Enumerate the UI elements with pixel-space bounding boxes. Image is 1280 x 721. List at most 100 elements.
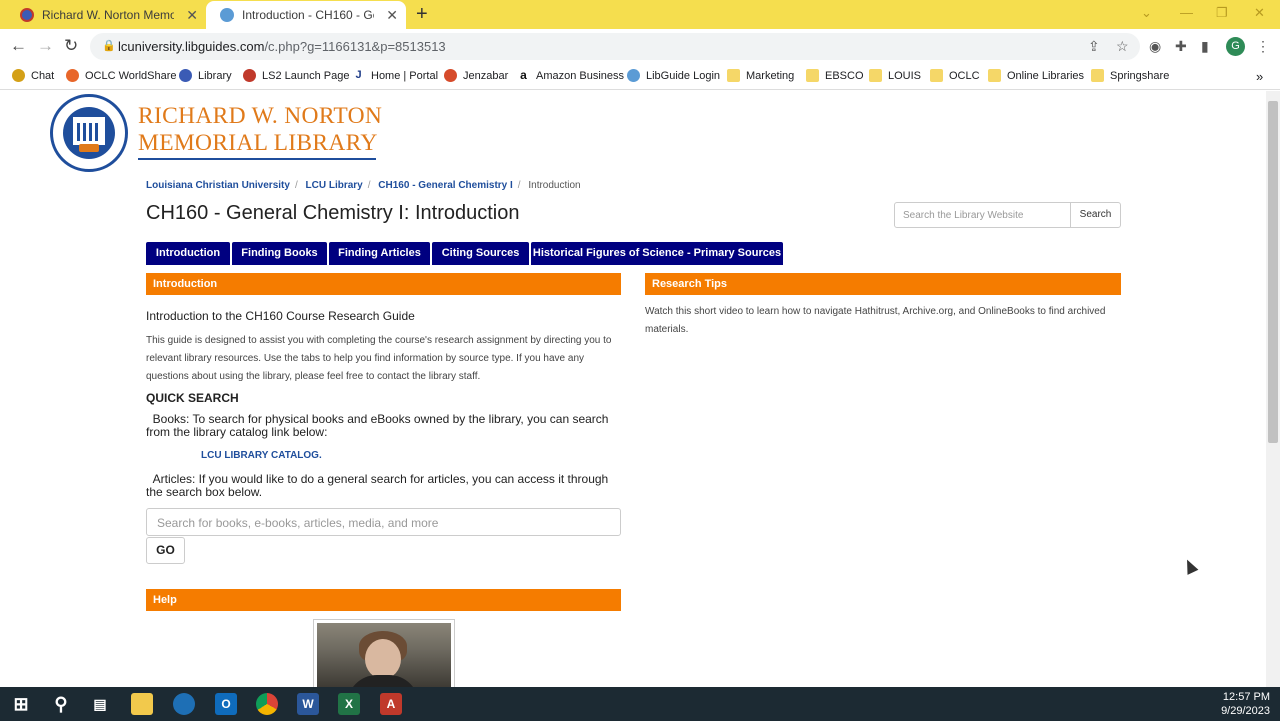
bookmark-ls2[interactable]: LS2 Launch Page [243, 69, 349, 82]
windows-start-icon[interactable]: ⊞ [10, 693, 32, 715]
breadcrumb-link-university[interactable]: Louisiana Christian University [146, 180, 290, 191]
library-catalog-link[interactable]: LCU LIBRARY CATALOG. [201, 450, 322, 461]
j-icon: J [352, 69, 365, 82]
breadcrumb-current: Introduction [528, 180, 581, 191]
lock-icon: 🔒 [102, 40, 116, 52]
bookmark-libguide-login[interactable]: LibGuide Login [627, 69, 720, 82]
address-bar[interactable]: 🔒 lcuniversity.libguides.com/c.php?g=116… [90, 33, 1140, 60]
outlook-icon[interactable]: O [215, 693, 237, 715]
new-tab-icon[interactable]: + [416, 3, 428, 26]
ls2-icon [243, 69, 256, 82]
word-icon[interactable]: W [297, 693, 319, 715]
breadcrumb-link-ch160[interactable]: CH160 - General Chemistry I [378, 180, 513, 191]
back-icon[interactable]: ← [10, 36, 27, 56]
bookmark-folder-ebsco[interactable]: EBSCO [806, 69, 864, 82]
windows-taskbar: ⊞ ⚲ ▤ O W X A 12:57 PM 9/29/2023 [0, 687, 1280, 721]
bookmark-jenzabar[interactable]: Jenzabar [444, 69, 508, 82]
bookmark-folder-online-libraries[interactable]: Online Libraries [988, 69, 1084, 82]
tab-historical-figures[interactable]: Historical Figures of Science - Primary … [531, 242, 783, 265]
mouse-cursor-icon [1181, 557, 1199, 575]
folder-icon [988, 69, 1001, 82]
page-content: RICHARD W. NORTON MEMORIAL LIBRARY Louis… [0, 91, 1266, 687]
tab-finding-articles[interactable]: Finding Articles [329, 242, 430, 265]
share-icon[interactable]: ⇪ [1088, 38, 1100, 55]
bookmark-amazon-business[interactable]: a Amazon Business [517, 69, 624, 82]
acrobat-icon[interactable]: A [380, 693, 402, 715]
quick-search-heading: QUICK SEARCH [146, 391, 239, 405]
worldshare-icon [66, 69, 79, 82]
site-search-input[interactable]: Search the Library Website [894, 202, 1071, 228]
bookmarks-overflow-icon[interactable]: » [1256, 69, 1263, 84]
cloud-favicon-icon [220, 8, 234, 22]
minimize-icon[interactable]: — [1180, 5, 1193, 20]
search-icon[interactable]: ⚲ [50, 693, 72, 715]
side-panel-icon[interactable]: ▮ [1201, 38, 1209, 55]
bookmark-chat[interactable]: Chat [12, 69, 54, 82]
tab-title: Richard W. Norton Memorial Lib [42, 8, 174, 22]
research-tips-box-header: Research Tips [645, 273, 1121, 295]
intro-body-text: This guide is designed to assist you wit… [146, 335, 612, 382]
site-search-button[interactable]: Search [1070, 202, 1121, 228]
article-search-input[interactable]: Search for books, e-books, articles, med… [146, 508, 621, 536]
introduction-box-header: Introduction [146, 273, 621, 295]
task-view-icon[interactable]: ▤ [89, 693, 111, 715]
library-icon [179, 69, 192, 82]
camera-extension-icon[interactable]: ◉ [1149, 38, 1161, 55]
research-tips-text: Watch this short video to learn how to n… [645, 306, 1106, 335]
help-box-header: Help [146, 589, 621, 611]
edge-icon[interactable] [173, 693, 195, 715]
close-window-icon[interactable]: ✕ [1254, 5, 1265, 21]
excel-icon[interactable]: X [338, 693, 360, 715]
bookmark-folder-louis[interactable]: LOUIS [869, 69, 921, 82]
page-title: CH160 - General Chemistry I: Introductio… [146, 202, 520, 224]
breadcrumb: Louisiana Christian University / LCU Libr… [146, 180, 581, 191]
close-tab-icon[interactable]: ✕ [386, 7, 398, 24]
chat-icon [12, 69, 25, 82]
maximize-icon[interactable]: ❐ [1216, 5, 1228, 21]
tab-title: Introduction - CH160 - General [242, 8, 374, 22]
menu-kebab-icon[interactable]: ⋮ [1256, 38, 1270, 55]
library-logo-text[interactable]: RICHARD W. NORTON MEMORIAL LIBRARY [138, 103, 382, 160]
page-scrollbar[interactable] [1266, 91, 1280, 687]
amazon-icon: a [517, 69, 530, 82]
chrome-icon[interactable] [256, 693, 278, 715]
library-favicon-icon [20, 8, 34, 22]
tab-introduction[interactable]: Introduction [146, 242, 230, 265]
folder-icon [1091, 69, 1104, 82]
clock-time: 12:57 PM [1222, 691, 1270, 703]
bookmark-folder-springshare[interactable]: Springshare [1091, 69, 1169, 82]
file-explorer-icon[interactable] [131, 693, 153, 715]
clock-date: 9/29/2023 [1221, 705, 1270, 717]
tab-search-icon[interactable]: ⌄ [1141, 5, 1152, 21]
intro-heading: Introduction to the CH160 Course Researc… [146, 309, 415, 323]
bookmark-oclc-worldshare[interactable]: OCLC WorldShare [66, 69, 177, 82]
forward-icon[interactable]: → [37, 36, 54, 56]
tab-finding-books[interactable]: Finding Books [232, 242, 327, 265]
extensions-puzzle-icon[interactable]: ✚ [1175, 38, 1187, 55]
articles-instructions: Articles: If you would like to do a gene… [146, 472, 609, 499]
go-button[interactable]: GO [146, 537, 185, 564]
folder-icon [869, 69, 882, 82]
scrollbar-thumb[interactable] [1268, 101, 1278, 443]
bookmarks-bar: Chat OCLC WorldShare Library LS2 Launch … [0, 64, 1280, 90]
jenzabar-icon [444, 69, 457, 82]
bookmark-home-portal[interactable]: J Home | Portal [352, 69, 438, 82]
breadcrumb-link-lcu-library[interactable]: LCU Library [306, 180, 363, 191]
bookmark-folder-oclc[interactable]: OCLC [930, 69, 980, 82]
university-seal-logo[interactable] [50, 94, 128, 172]
profile-avatar[interactable]: G [1226, 37, 1245, 56]
bookmark-star-icon[interactable]: ☆ [1116, 38, 1129, 55]
close-tab-icon[interactable]: ✕ [186, 7, 198, 24]
tab-citing-sources[interactable]: Citing Sources [432, 242, 529, 265]
cloud-icon [627, 69, 640, 82]
bookmark-library[interactable]: Library [179, 69, 232, 82]
browser-tab-introduction[interactable]: Introduction - CH160 - General ✕ [206, 1, 406, 29]
browser-tab-norton-library[interactable]: Richard W. Norton Memorial Lib ✕ [6, 1, 206, 29]
bookmark-folder-marketing[interactable]: Marketing [727, 69, 794, 82]
system-clock[interactable]: 12:57 PM 9/29/2023 [1221, 690, 1270, 718]
url-text: lcuniversity.libguides.com/c.php?g=11661… [118, 39, 446, 54]
librarian-photo [313, 619, 455, 687]
folder-icon [806, 69, 819, 82]
reload-icon[interactable]: ↻ [64, 36, 78, 56]
folder-icon [727, 69, 740, 82]
